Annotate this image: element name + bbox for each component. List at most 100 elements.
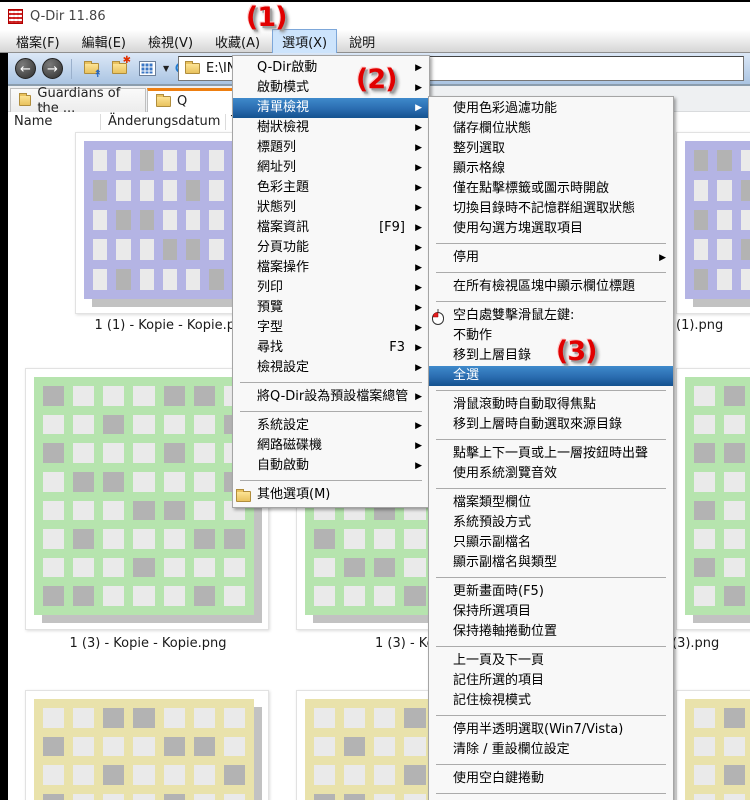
menu-item[interactable]: 網路磁碟機 ▶ — [233, 436, 429, 456]
menubar-item[interactable]: 說明 — [339, 29, 385, 54]
menu-item[interactable]: 停用半透明選取(Win7/Vista) — [429, 720, 673, 740]
menu-item[interactable]: 更新畫面時(F5) — [429, 582, 673, 602]
back-button[interactable]: ← — [15, 58, 36, 79]
menu-item[interactable]: 字型 ▶ — [233, 318, 429, 338]
thumbnail-grid-cell — [404, 765, 426, 785]
thumbnail-grid-cell — [694, 179, 709, 201]
thumbnail-grid-cell — [193, 443, 215, 463]
thumbnail-grid-cell — [344, 708, 366, 728]
menu-item[interactable]: 切換目錄時不記憶群組選取狀態 — [429, 199, 673, 219]
thumbnail-grid-cell — [133, 586, 155, 606]
menu-item[interactable]: 檔案操作 ▶ — [233, 258, 429, 278]
menu-item[interactable]: Q-Dir啟動 ▶ — [233, 58, 429, 78]
column-header-name[interactable]: Name — [14, 114, 52, 129]
thumbnail-grid-cell — [73, 471, 95, 492]
menu-item[interactable]: 上一頁及下一頁 — [429, 651, 673, 671]
thumbnail-grid-cell — [163, 586, 185, 606]
thumbnail-grid-cell — [162, 239, 178, 261]
thumbnail-grid-cell — [314, 765, 336, 785]
menu-item[interactable]: 狀態列 ▶ — [233, 198, 429, 218]
views-grid-button[interactable] — [136, 58, 158, 80]
menu-item[interactable]: 空白處雙擊滑鼠左鍵: — [429, 306, 673, 326]
menu-item[interactable]: 顯示格線 — [429, 159, 673, 179]
favorites-folder-button[interactable]: ✱ — [108, 55, 131, 80]
menu-item[interactable]: 分頁功能 ▶ — [233, 238, 429, 258]
thumbnail-grid-cell — [724, 471, 746, 492]
thumbnail-grid-cell — [344, 736, 366, 757]
menu-item[interactable]: 使用色彩過濾功能 — [429, 99, 673, 119]
file-tile[interactable] — [676, 690, 750, 800]
file-tile[interactable] — [25, 690, 269, 800]
column-header-date[interactable]: Änderungsdatum — [108, 114, 220, 129]
thumbnail-grid-cell — [694, 239, 709, 261]
menu-item[interactable]: 檔案資訊 [F9] ▶ — [233, 218, 429, 238]
menu-item[interactable]: 標題列 ▶ — [233, 138, 429, 158]
menu-item[interactable]: 保持捲軸捲動位置 — [429, 622, 673, 642]
menu-item[interactable]: 檢視設定 ▶ — [233, 358, 429, 378]
menu-item[interactable]: 不動作 — [429, 326, 673, 346]
menu-item[interactable]: 預覽 ▶ — [233, 298, 429, 318]
menu-item[interactable]: 使用空白鍵捲動 — [429, 769, 673, 789]
menu-item[interactable]: 點擊上下一頁或上一層按鈕時出聲 — [429, 444, 673, 464]
menu-item[interactable]: 清除 / 重設欄位設定 — [429, 740, 673, 760]
menu-item[interactable]: 保持所選項目 — [429, 602, 673, 622]
file-tile[interactable] — [676, 368, 750, 630]
forward-button[interactable]: → — [42, 58, 63, 79]
menu-item[interactable]: 使用系統瀏覽音效 — [429, 464, 673, 484]
submenu-arrow-icon: ▶ — [415, 223, 422, 233]
menu-item[interactable]: 列印 ▶ — [233, 278, 429, 298]
menu-item[interactable]: 僅在點擊標籤或圖示時開啟 — [429, 179, 673, 199]
menu-item[interactable]: 將Q-Dir設為預設檔案總管 ▶ — [233, 387, 429, 407]
menubar-item[interactable]: 編輯(E) — [72, 29, 136, 54]
thumbnail-grid-cell — [223, 557, 245, 578]
menu-item[interactable]: 自動啟動 ▶ — [233, 456, 429, 476]
thumbnail-grid-cell — [724, 708, 746, 728]
views-dropdown-caret-icon[interactable]: ▼ — [163, 64, 169, 73]
menu-item[interactable]: 全選 — [429, 366, 673, 386]
toolbar-separator — [71, 58, 72, 79]
menu-item[interactable]: 在所有檢視區塊中顯示欄位標題 — [429, 277, 673, 297]
menu-item[interactable]: 停用 ▶ — [429, 248, 673, 268]
thumbnail-grid-cell — [209, 239, 224, 261]
menu-item[interactable]: 系統設定 ▶ — [233, 416, 429, 436]
tab-guardians[interactable]: Guardians of the ... — [10, 86, 146, 116]
qdir-app-icon — [8, 8, 23, 24]
menu-item[interactable]: 色彩主題 ▶ — [233, 178, 429, 198]
folder-up-button[interactable]: ↟ — [80, 58, 102, 80]
file-tile[interactable] — [676, 132, 750, 314]
menu-item[interactable]: 系統預設方式 — [429, 513, 673, 533]
tab-q-active[interactable]: Q — [147, 88, 233, 112]
thumbnail-grid-cell — [186, 209, 201, 231]
menubar-item[interactable]: 檔案(F) — [6, 29, 70, 54]
menu-item[interactable]: 滑鼠滾動時自動取得焦點 — [429, 395, 673, 415]
column-divider[interactable] — [225, 114, 226, 130]
menu-item[interactable]: 移到上層目錄 — [429, 346, 673, 366]
thumbnail-grid-cell — [694, 736, 716, 757]
menu-item[interactable]: 記住所選的項目 — [429, 671, 673, 691]
thumbnail-grid-cell — [223, 586, 245, 606]
menu-item[interactable]: 網址列 ▶ — [233, 158, 429, 178]
menu-separator — [436, 272, 666, 273]
thumbnail-grid-cell — [43, 736, 65, 757]
thumbnail-grid-cell — [73, 500, 95, 521]
menu-item[interactable]: 儲存欄位狀態 — [429, 119, 673, 139]
menubar-item[interactable]: 檢視(V) — [138, 29, 203, 54]
menu-item[interactable]: 使用勾選方塊選取項目 — [429, 219, 673, 239]
thumbnail-grid-cell — [93, 239, 108, 261]
menu-item[interactable]: 其他選項(M) — [233, 485, 429, 505]
menu-item[interactable]: 啟動模式 ▶ — [233, 78, 429, 98]
menu-item[interactable]: 移到上層時自動選取來源目錄 — [429, 415, 673, 435]
menu-item[interactable]: 記住檢視模式 — [429, 691, 673, 711]
thumbnail-grid-cell — [103, 708, 125, 728]
menu-item[interactable]: 清單檢視 ▶ — [233, 98, 429, 118]
menu-item[interactable]: 顯示副檔名與類型 — [429, 553, 673, 573]
views-grid-icon — [138, 61, 156, 76]
thumbnail-image — [685, 141, 750, 299]
menu-item[interactable]: 只顯示副檔名 — [429, 533, 673, 553]
thumbnail-grid-cell — [694, 209, 709, 231]
menu-item[interactable]: 樹狀檢視 ▶ — [233, 118, 429, 138]
column-divider[interactable] — [100, 114, 101, 130]
menu-item[interactable]: 尋找 F3 ▶ — [233, 338, 429, 358]
menu-item[interactable]: 檔案類型欄位 — [429, 493, 673, 513]
menu-item[interactable]: 整列選取 — [429, 139, 673, 159]
